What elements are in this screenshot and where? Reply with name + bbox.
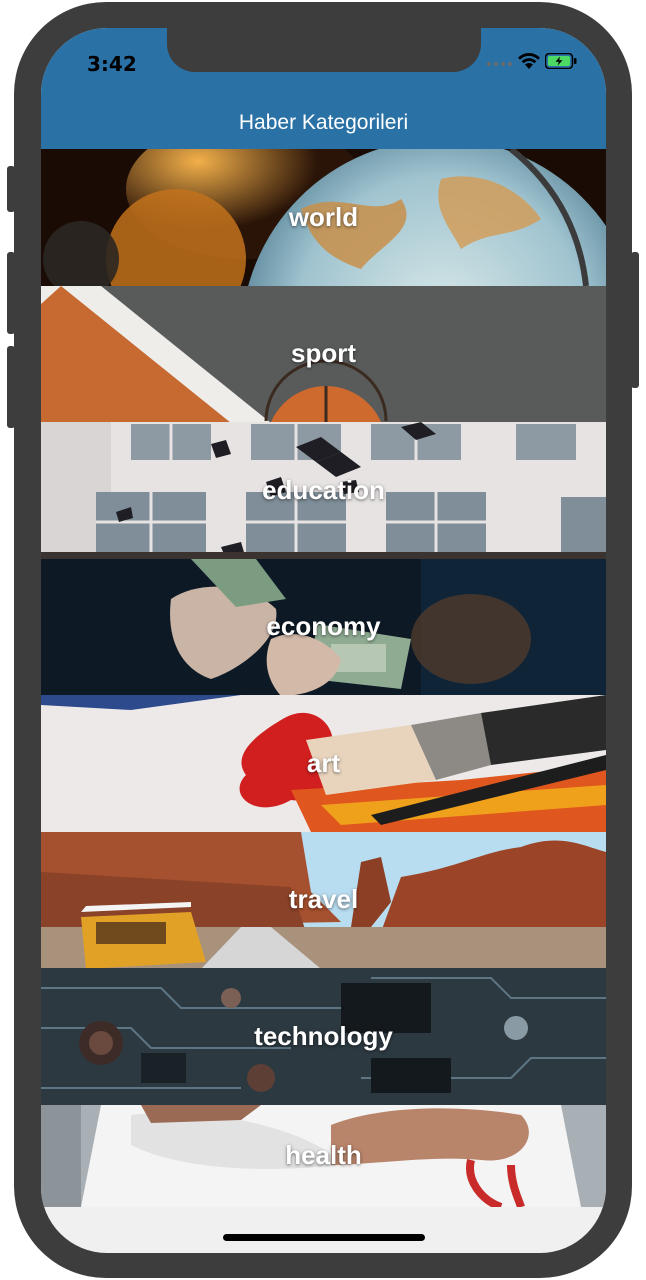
category-list: world sport education economy art travel… bbox=[41, 149, 606, 1207]
category-technology[interactable]: technology bbox=[41, 968, 606, 1105]
category-label: sport bbox=[291, 338, 356, 369]
category-health[interactable]: health bbox=[41, 1104, 606, 1207]
status-bar: 3:42 bbox=[41, 28, 606, 96]
device-notch bbox=[167, 28, 481, 72]
page-title: Haber Kategorileri bbox=[238, 110, 409, 134]
category-label: economy bbox=[266, 611, 381, 642]
power-button bbox=[631, 252, 639, 388]
battery-charging-icon bbox=[545, 53, 577, 69]
cellular-signal-icon bbox=[487, 62, 512, 66]
category-label: technology bbox=[254, 1020, 393, 1051]
mute-switch bbox=[7, 166, 15, 212]
home-indicator[interactable] bbox=[223, 1234, 425, 1241]
category-sport[interactable]: sport bbox=[41, 285, 606, 422]
navigation-bar: Haber Kategorileri bbox=[41, 96, 606, 149]
category-label: world bbox=[288, 201, 359, 232]
app-screen: 3:42 Haber Kategorileri world sport educ… bbox=[41, 28, 606, 1253]
category-travel[interactable]: travel bbox=[41, 831, 606, 968]
category-label: travel bbox=[288, 884, 359, 915]
category-world[interactable]: world bbox=[41, 149, 606, 286]
category-education[interactable]: education bbox=[41, 422, 606, 559]
category-label: art bbox=[306, 747, 341, 778]
volume-up-button bbox=[7, 252, 15, 334]
category-label: health bbox=[285, 1140, 362, 1170]
category-economy[interactable]: economy bbox=[41, 558, 606, 695]
status-time: 3:42 bbox=[87, 52, 137, 76]
wifi-icon bbox=[518, 53, 540, 69]
category-art[interactable]: art bbox=[41, 695, 606, 832]
category-label: education bbox=[262, 474, 385, 505]
volume-down-button bbox=[7, 346, 15, 428]
